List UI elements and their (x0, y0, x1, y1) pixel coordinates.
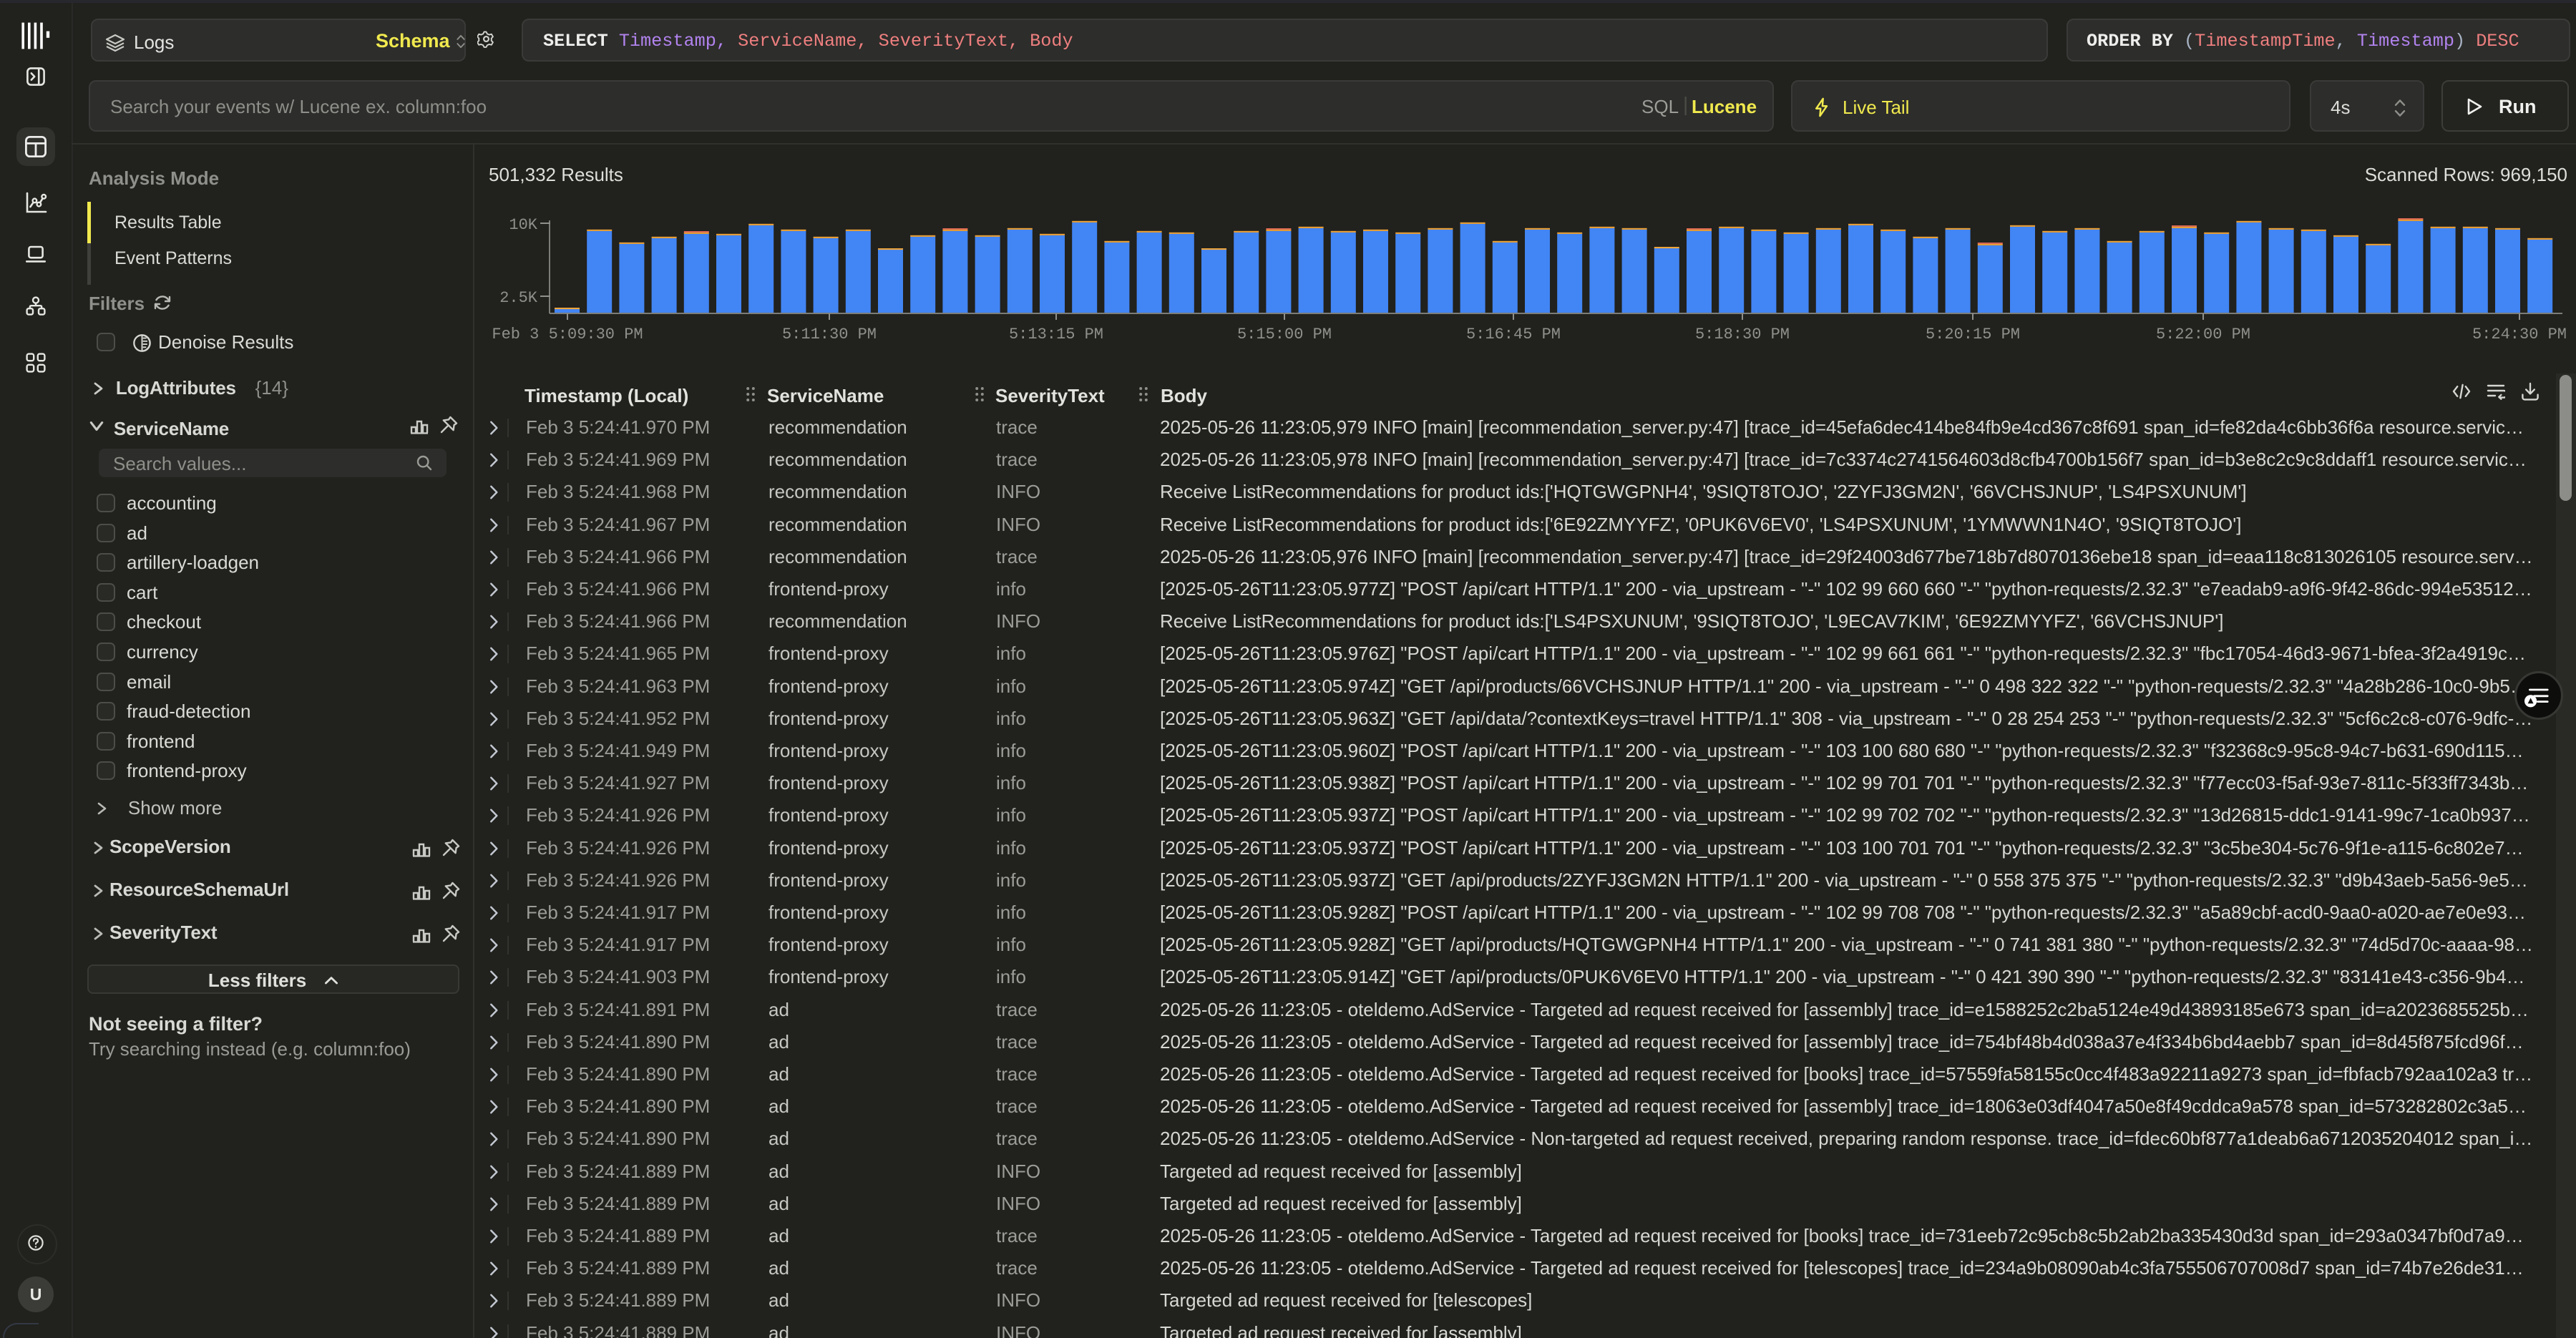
svg-text:5:11:30 PM: 5:11:30 PM (782, 326, 877, 343)
svg-text:5:20:15 PM: 5:20:15 PM (1926, 326, 2020, 343)
svg-text:5:13:15 PM: 5:13:15 PM (1009, 326, 1103, 343)
svg-text:2.5K: 2.5K (499, 289, 538, 307)
svg-text:5:18:30 PM: 5:18:30 PM (1695, 326, 1790, 343)
svg-text:5:15:00 PM: 5:15:00 PM (1237, 326, 1332, 343)
svg-text:Feb 3 5:09:30 PM: Feb 3 5:09:30 PM (492, 326, 643, 343)
svg-text:5:16:45 PM: 5:16:45 PM (1466, 326, 1561, 343)
svg-text:10K: 10K (509, 216, 537, 234)
svg-text:5:24:30 PM: 5:24:30 PM (2472, 326, 2567, 343)
svg-text:5:22:00 PM: 5:22:00 PM (2156, 326, 2250, 343)
